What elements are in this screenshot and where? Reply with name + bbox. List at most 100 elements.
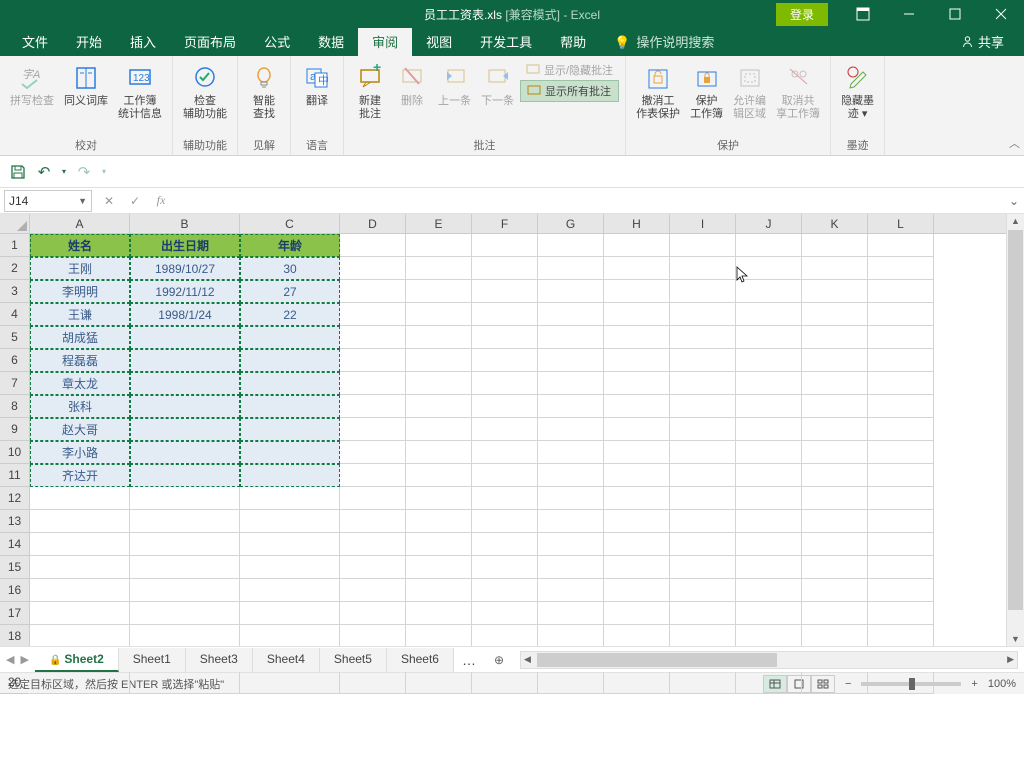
- cell-E7[interactable]: [406, 372, 472, 395]
- cell-F10[interactable]: [472, 441, 538, 464]
- cell-K17[interactable]: [802, 602, 868, 625]
- tab-文件[interactable]: 文件: [8, 27, 62, 56]
- cell-J9[interactable]: [736, 418, 802, 441]
- tab-开发工具[interactable]: 开发工具: [466, 27, 546, 56]
- cell-C18[interactable]: [240, 625, 340, 648]
- cell-D3[interactable]: [340, 280, 406, 303]
- cell-B2[interactable]: 1989/10/27: [130, 257, 240, 280]
- col-header-E[interactable]: E: [406, 214, 472, 233]
- cell-F9[interactable]: [472, 418, 538, 441]
- cell-F2[interactable]: [472, 257, 538, 280]
- cell-J15[interactable]: [736, 556, 802, 579]
- cell-A7[interactable]: 章太龙: [30, 372, 130, 395]
- cell-C14[interactable]: [240, 533, 340, 556]
- cell-J14[interactable]: [736, 533, 802, 556]
- cell-A13[interactable]: [30, 510, 130, 533]
- undo-icon[interactable]: ↶: [32, 160, 56, 184]
- col-header-B[interactable]: B: [130, 214, 240, 233]
- cell-G9[interactable]: [538, 418, 604, 441]
- cell-D8[interactable]: [340, 395, 406, 418]
- cell-G6[interactable]: [538, 349, 604, 372]
- cell-E9[interactable]: [406, 418, 472, 441]
- cell-C8[interactable]: [240, 395, 340, 418]
- row-header-9[interactable]: 9: [0, 418, 29, 441]
- cell-I13[interactable]: [670, 510, 736, 533]
- cell-K13[interactable]: [802, 510, 868, 533]
- cell-H20[interactable]: [604, 671, 670, 694]
- cell-H15[interactable]: [604, 556, 670, 579]
- cell-B14[interactable]: [130, 533, 240, 556]
- cell-B20[interactable]: [130, 671, 240, 694]
- cell-J13[interactable]: [736, 510, 802, 533]
- cell-J17[interactable]: [736, 602, 802, 625]
- sheet-more[interactable]: …: [454, 648, 484, 672]
- cell-A15[interactable]: [30, 556, 130, 579]
- cell-D20[interactable]: [340, 671, 406, 694]
- cell-D10[interactable]: [340, 441, 406, 464]
- cell-E3[interactable]: [406, 280, 472, 303]
- cell-C1[interactable]: 年龄: [240, 234, 340, 257]
- close-icon[interactable]: [978, 0, 1024, 28]
- cell-E6[interactable]: [406, 349, 472, 372]
- cell-D16[interactable]: [340, 579, 406, 602]
- ribbon-新建[interactable]: +新建 批注: [350, 58, 390, 124]
- row-header-16[interactable]: 16: [0, 579, 29, 602]
- cell-K16[interactable]: [802, 579, 868, 602]
- cell-F7[interactable]: [472, 372, 538, 395]
- cell-E12[interactable]: [406, 487, 472, 510]
- ribbon-撤消工[interactable]: 撤消工 作表保护: [632, 58, 684, 124]
- cell-K9[interactable]: [802, 418, 868, 441]
- horizontal-scrollbar[interactable]: [520, 651, 1018, 669]
- cell-K20[interactable]: [802, 671, 868, 694]
- expand-formula-icon[interactable]: ⌄: [1004, 194, 1024, 208]
- cell-A20[interactable]: [30, 671, 130, 694]
- tab-审阅[interactable]: 审阅: [358, 27, 412, 56]
- cell-I5[interactable]: [670, 326, 736, 349]
- cell-C13[interactable]: [240, 510, 340, 533]
- cell-I1[interactable]: [670, 234, 736, 257]
- cell-B8[interactable]: [130, 395, 240, 418]
- sheet-tab-Sheet4[interactable]: Sheet4: [253, 648, 320, 672]
- ribbon-翻译[interactable]: a中翻译: [297, 58, 337, 111]
- cell-L9[interactable]: [868, 418, 934, 441]
- cell-H7[interactable]: [604, 372, 670, 395]
- cell-L1[interactable]: [868, 234, 934, 257]
- cell-H10[interactable]: [604, 441, 670, 464]
- cell-I2[interactable]: [670, 257, 736, 280]
- cell-A6[interactable]: 程磊磊: [30, 349, 130, 372]
- cell-B3[interactable]: 1992/11/12: [130, 280, 240, 303]
- cell-E17[interactable]: [406, 602, 472, 625]
- cell-C5[interactable]: [240, 326, 340, 349]
- cell-F12[interactable]: [472, 487, 538, 510]
- cell-A3[interactable]: 李明明: [30, 280, 130, 303]
- cell-C16[interactable]: [240, 579, 340, 602]
- cell-L2[interactable]: [868, 257, 934, 280]
- cell-L7[interactable]: [868, 372, 934, 395]
- row-header-13[interactable]: 13: [0, 510, 29, 533]
- undo-dropdown-icon[interactable]: ▾: [58, 160, 70, 184]
- row-header-15[interactable]: 15: [0, 556, 29, 579]
- tab-插入[interactable]: 插入: [116, 27, 170, 56]
- tab-公式[interactable]: 公式: [250, 27, 304, 56]
- cell-H13[interactable]: [604, 510, 670, 533]
- cell-G7[interactable]: [538, 372, 604, 395]
- cell-J11[interactable]: [736, 464, 802, 487]
- cell-F13[interactable]: [472, 510, 538, 533]
- cell-E8[interactable]: [406, 395, 472, 418]
- cell-E16[interactable]: [406, 579, 472, 602]
- cell-D17[interactable]: [340, 602, 406, 625]
- cell-B17[interactable]: [130, 602, 240, 625]
- sheet-tab-Sheet3[interactable]: Sheet3: [186, 648, 253, 672]
- cell-A2[interactable]: 王刚: [30, 257, 130, 280]
- row-header-4[interactable]: 4: [0, 303, 29, 326]
- col-header-D[interactable]: D: [340, 214, 406, 233]
- cell-B4[interactable]: 1998/1/24: [130, 303, 240, 326]
- cell-C17[interactable]: [240, 602, 340, 625]
- cell-G2[interactable]: [538, 257, 604, 280]
- row-header-14[interactable]: 14: [0, 533, 29, 556]
- col-header-A[interactable]: A: [30, 214, 130, 233]
- row-header-3[interactable]: 3: [0, 280, 29, 303]
- cell-L18[interactable]: [868, 625, 934, 648]
- share-button[interactable]: 共享: [941, 27, 1024, 56]
- cell-A18[interactable]: [30, 625, 130, 648]
